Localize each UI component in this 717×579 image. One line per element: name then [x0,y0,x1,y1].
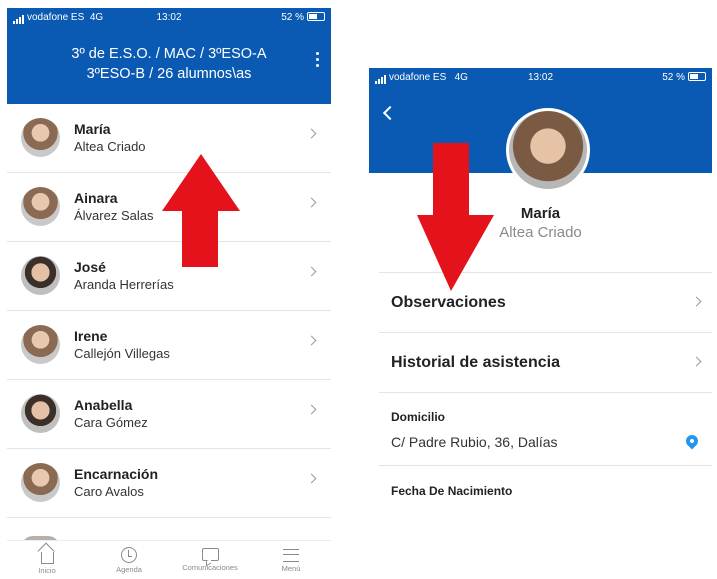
student-last-name: Cara Gómez [74,415,148,430]
student-row[interactable]: Encarnación Caro Avalos [7,449,331,518]
student-last-name: Callejón Villegas [74,346,170,361]
domicilio-row: Domicilio C/ Padre Rubio, 36, Dalías [379,392,712,465]
avatar [21,118,60,157]
domicilio-value: C/ Padre Rubio, 36, Dalías [391,434,558,450]
bottom-tab-bar: Inicio Agenda Comunicaciones Menú [7,540,331,579]
student-first-name: María [74,121,111,137]
chevron-right-icon [306,335,317,346]
tab-agenda[interactable]: Agenda [94,547,164,574]
domicilio-label: Domicilio [391,410,446,424]
student-last-name: Caro Avalos [74,484,144,499]
chat-icon [201,548,219,561]
historial-asistencia-row[interactable]: Historial de asistencia [379,332,712,392]
battery-icon [688,72,706,81]
menu-icon [283,549,299,562]
battery-icon [307,12,325,21]
student-row[interactable]: Anabella Cara Gómez [7,380,331,449]
clock-icon [121,547,137,563]
student-first-name: José [74,259,106,275]
row-label: Historial de asistencia [391,354,560,371]
group-title: 3º de E.S.O. / MAC / 3ºESO-A 3ºESO-B / 2… [71,46,267,82]
status-battery: 52 % [662,72,706,83]
student-first-name: Irene [74,328,108,344]
avatar [21,325,60,364]
student-row[interactable]: Irene Callejón Villegas [7,311,331,380]
home-icon [40,552,54,564]
student-last-name: Altea Criado [74,139,146,154]
status-time: 13:02 [527,72,554,83]
profile-avatar [506,108,590,192]
student-last-name: Aranda Herrerías [74,277,174,292]
tab-inicio[interactable]: Inicio [12,547,82,575]
chevron-right-icon [691,296,702,307]
fecha-nacimiento-row: Fecha De Nacimiento [379,465,712,525]
more-options-icon[interactable] [311,52,323,74]
tab-comunicaciones[interactable]: Comunicaciones [175,547,245,572]
student-first-name: Ainara [74,190,118,206]
student-first-name: Encarnación [74,466,159,482]
avatar [21,463,60,502]
fecha-nacimiento-label: Fecha De Nacimiento [391,484,513,498]
chevron-right-icon [306,266,317,277]
status-bar: vodafone ES 4G 13:02 52 % [7,8,331,28]
avatar [21,394,60,433]
chevron-right-icon [691,356,702,367]
chevron-right-icon [306,128,317,139]
arrow-down-icon [417,143,494,291]
chevron-right-icon [306,197,317,208]
status-battery: 52 % [281,12,325,23]
student-first-name: Anabella [74,397,133,413]
chevron-right-icon [306,473,317,484]
status-bar: vodafone ES 4G 13:02 52 % [369,68,712,86]
row-label: Observaciones [391,294,506,311]
chevron-right-icon [306,404,317,415]
avatar [21,256,60,295]
map-pin-icon[interactable] [683,432,701,450]
avatar [21,187,60,226]
back-icon[interactable] [382,105,398,121]
arrow-up-icon [162,154,240,267]
tab-menu[interactable]: Menú [256,547,326,573]
student-list-screen: vodafone ES 4G 13:02 52 % 3º de E.S.O. /… [7,8,331,579]
app-header: vodafone ES 4G 13:02 52 % 3º de E.S.O. /… [7,8,331,104]
student-last-name: Álvarez Salas [74,208,154,223]
